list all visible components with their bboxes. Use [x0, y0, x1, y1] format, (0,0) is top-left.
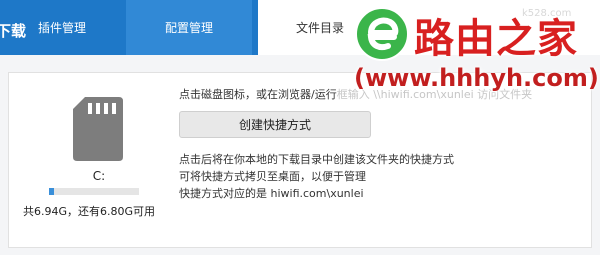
file-directory-panel: C: 共6.94G，还有6.80G可用 点击磁盘图标，或在浏览器/运行框输入 \…	[8, 72, 592, 248]
access-hint-main: 点击磁盘图标，或在浏览器/运行	[179, 88, 337, 101]
access-hint-tail: 框输入 \\hiwifi.com\xunlei 访问文件夹	[336, 88, 533, 101]
storage-usage-fill	[49, 188, 55, 195]
partial-url-text: k528.com	[522, 8, 572, 19]
desc-line-2: 可将快捷方式拷贝至桌面，以便于管理	[179, 170, 366, 183]
storage-usage-text: 共6.94G，还有6.80G可用	[23, 205, 156, 218]
top-nav-bar: 下载 插件管理 配置管理 文件目录 k528.com	[0, 0, 600, 55]
create-shortcut-button[interactable]: 创建快捷方式	[179, 111, 371, 138]
sd-card-icon[interactable]	[73, 97, 123, 161]
tab-plugin-management[interactable]: 插件管理	[24, 0, 100, 55]
desc-line-1: 点击后将在你本地的下载目录中创建该文件夹的快捷方式	[179, 153, 454, 166]
desc-line-3: 快捷方式对应的是 hiwifi.com\xunlei	[179, 187, 364, 200]
storage-usage-bar	[49, 188, 139, 195]
section-title-partial: 下载	[0, 22, 27, 40]
router-file-directory-page: 下载 插件管理 配置管理 文件目录 k528.com C: 共6.94G，还有6…	[0, 0, 600, 255]
drive-c-card[interactable]: C: 共6.94G，还有6.80G可用	[9, 73, 181, 249]
drive-label: C:	[92, 169, 106, 183]
access-hint: 点击磁盘图标，或在浏览器/运行框输入 \\hiwifi.com\xunlei 访…	[179, 86, 532, 102]
tab-file-directory-label: 文件目录	[296, 21, 345, 35]
tab-config-management[interactable]: 配置管理	[126, 0, 252, 55]
